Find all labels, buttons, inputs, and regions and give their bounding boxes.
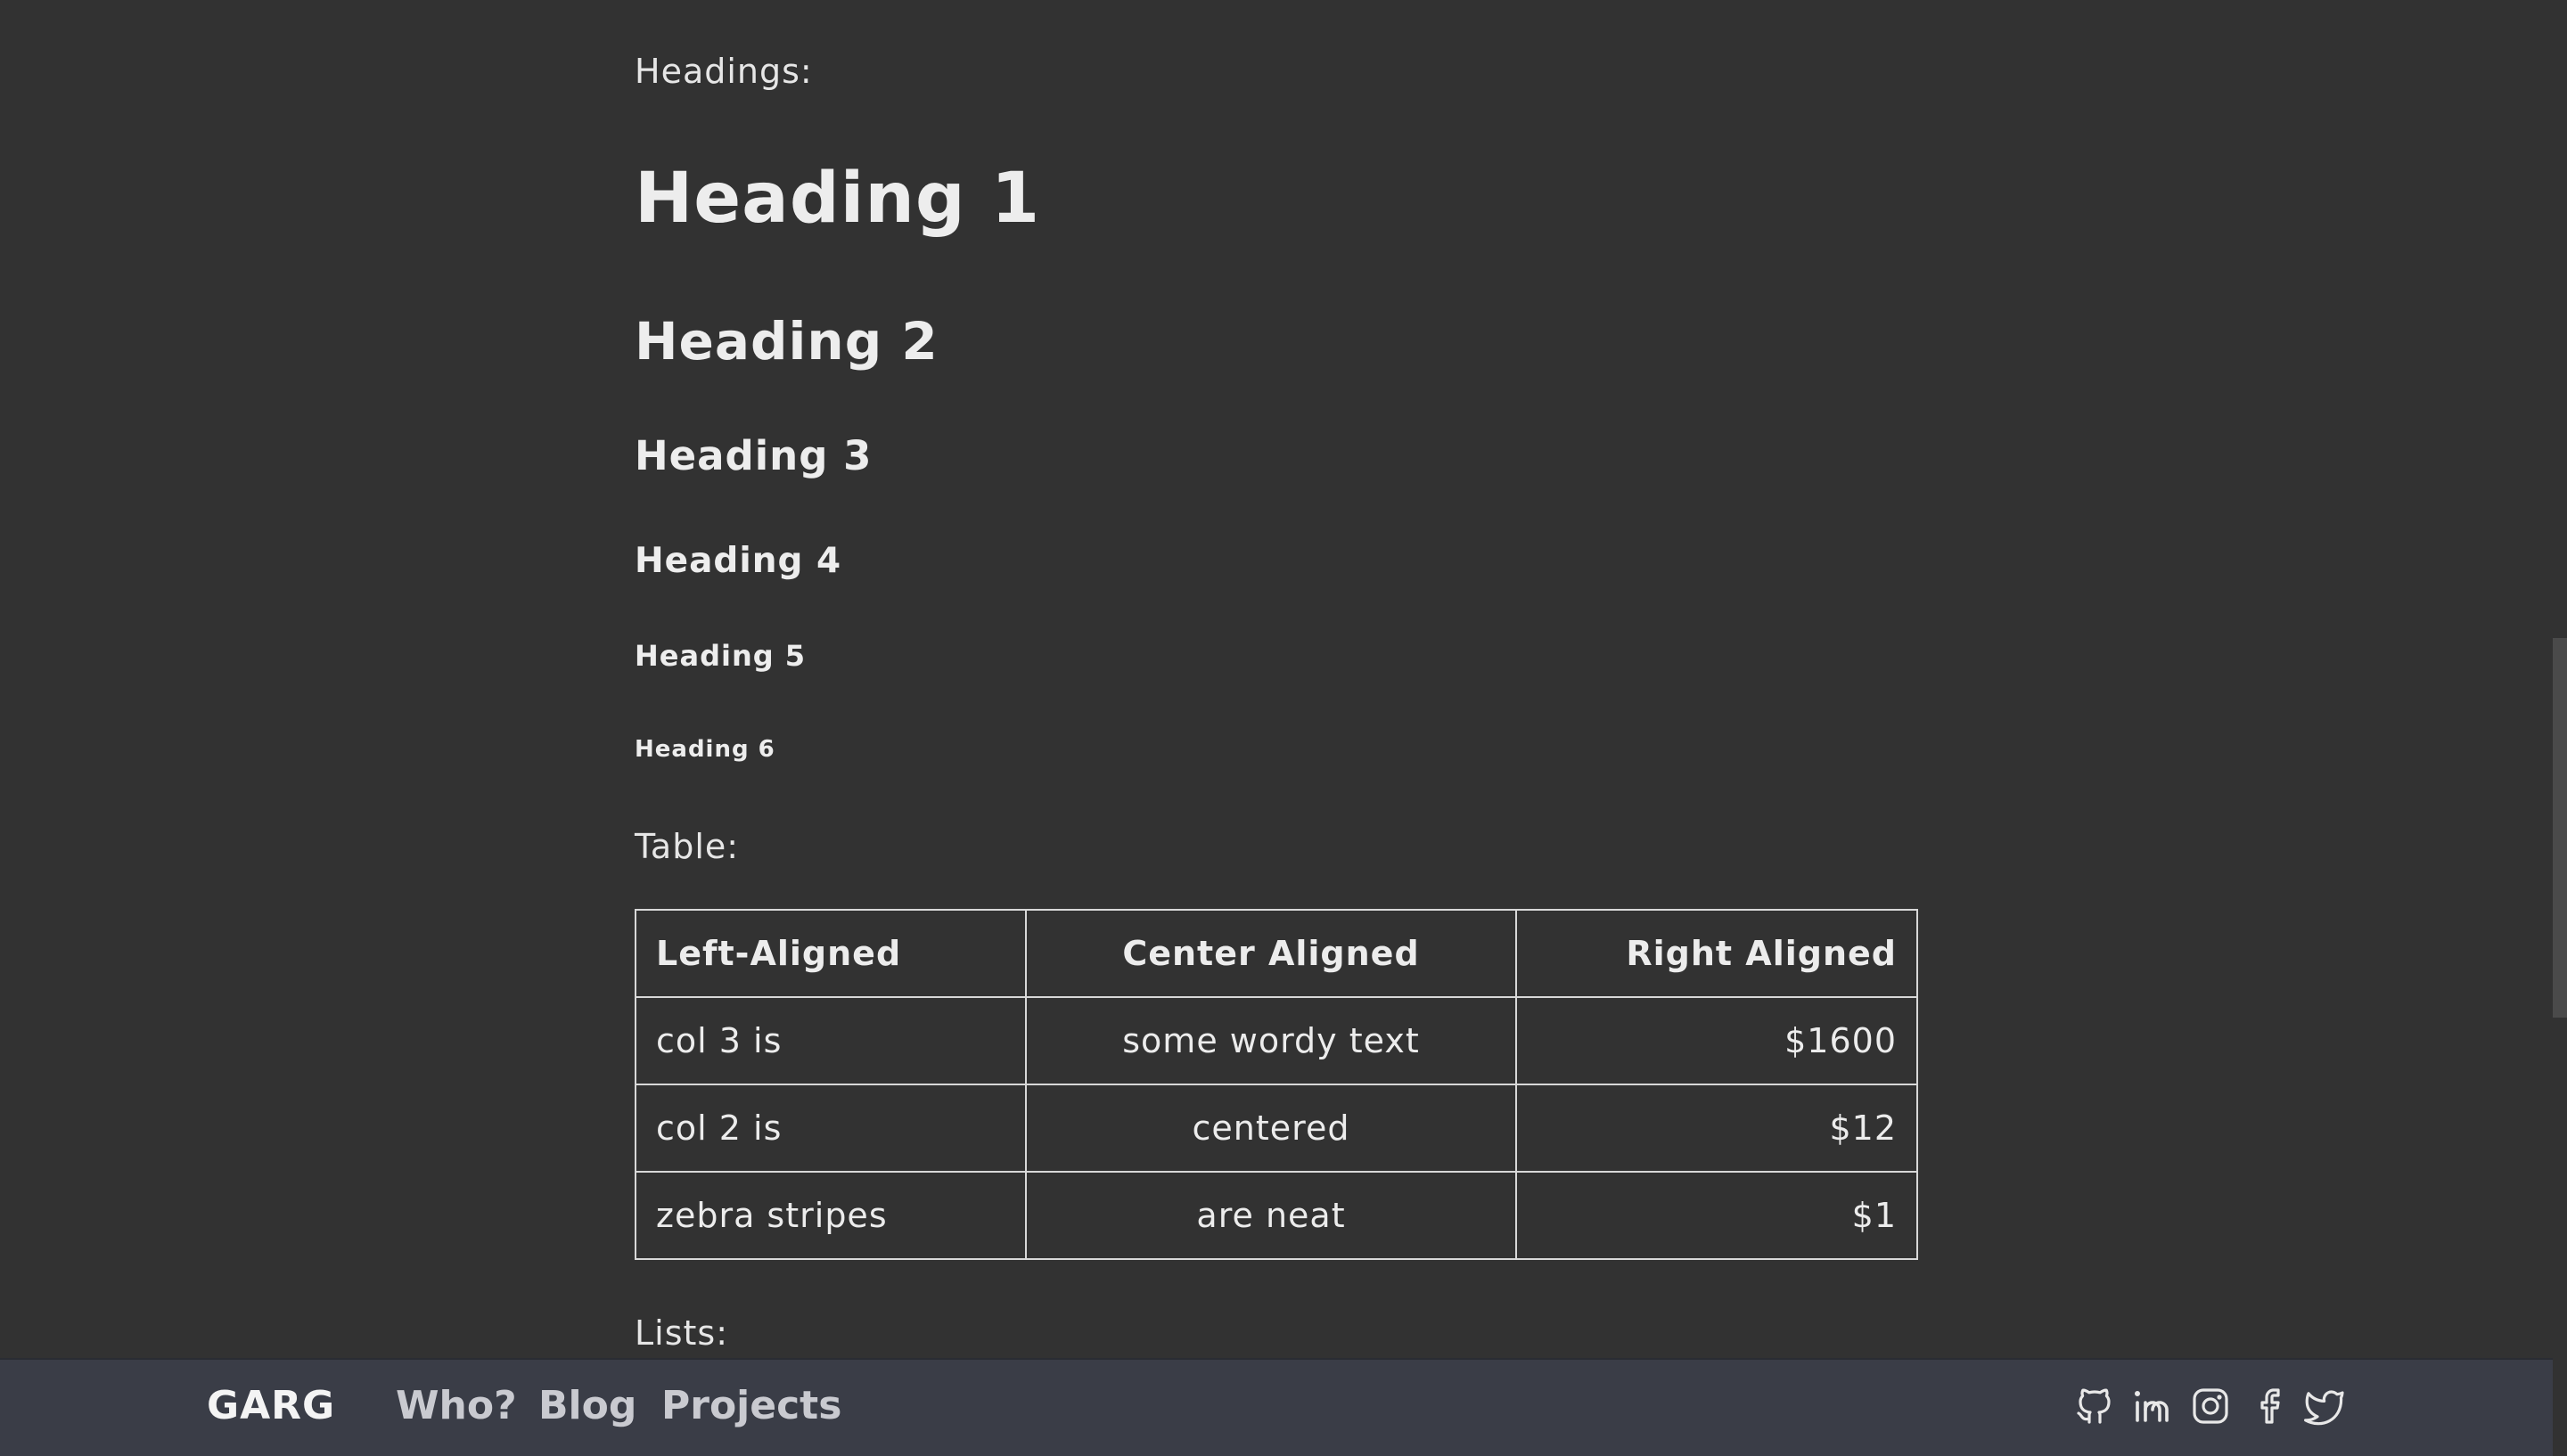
table-row: col 2 is centered $12 (635, 1084, 1918, 1173)
heading-1: Heading 1 (635, 159, 1041, 239)
table-header-right: Right Aligned (1515, 909, 1918, 998)
table-header-center: Center Aligned (1025, 909, 1517, 998)
page: Headings: Heading 1 Heading 2 Heading 3 … (0, 0, 2567, 1456)
heading-4: Heading 4 (635, 541, 842, 581)
bottom-nav-bar: GARG Who? Blog Projects (0, 1358, 2553, 1456)
heading-6: Heading 6 (635, 736, 775, 763)
nav-link-blog[interactable]: Blog (538, 1383, 636, 1428)
heading-2: Heading 2 (635, 311, 939, 372)
table-cell: centered (1025, 1084, 1517, 1173)
lists-label: Lists: (635, 1313, 729, 1353)
github-icon[interactable] (2073, 1385, 2116, 1427)
table-cell: are neat (1025, 1171, 1517, 1260)
table-row: zebra stripes are neat $1 (635, 1171, 1918, 1260)
linkedin-icon[interactable] (2130, 1385, 2173, 1427)
twitter-icon[interactable] (2303, 1385, 2346, 1427)
table-header-left: Left-Aligned (635, 909, 1027, 998)
brand-logo[interactable]: GARG (207, 1383, 335, 1428)
facebook-icon[interactable] (2248, 1385, 2291, 1427)
table-cell: col 3 is (635, 996, 1027, 1085)
alignment-table: Left-Aligned Center Aligned Right Aligne… (635, 909, 1918, 1260)
table-label: Table: (635, 827, 740, 866)
table-cell: $1600 (1515, 996, 1918, 1085)
instagram-icon[interactable] (2189, 1385, 2232, 1427)
heading-5: Heading 5 (635, 639, 807, 673)
table-cell: col 2 is (635, 1084, 1027, 1173)
headings-label: Headings: (635, 52, 813, 91)
nav-link-projects[interactable]: Projects (661, 1383, 841, 1428)
table-cell: some wordy text (1025, 996, 1517, 1085)
scrollbar-thumb[interactable] (2553, 638, 2567, 1018)
table-header-row: Left-Aligned Center Aligned Right Aligne… (635, 909, 1918, 998)
heading-3: Heading 3 (635, 432, 873, 479)
table-row: col 3 is some wordy text $1600 (635, 996, 1918, 1085)
table-cell: zebra stripes (635, 1171, 1027, 1260)
table-cell: $12 (1515, 1084, 1918, 1173)
table-cell: $1 (1515, 1171, 1918, 1260)
nav-link-who[interactable]: Who? (396, 1383, 517, 1428)
